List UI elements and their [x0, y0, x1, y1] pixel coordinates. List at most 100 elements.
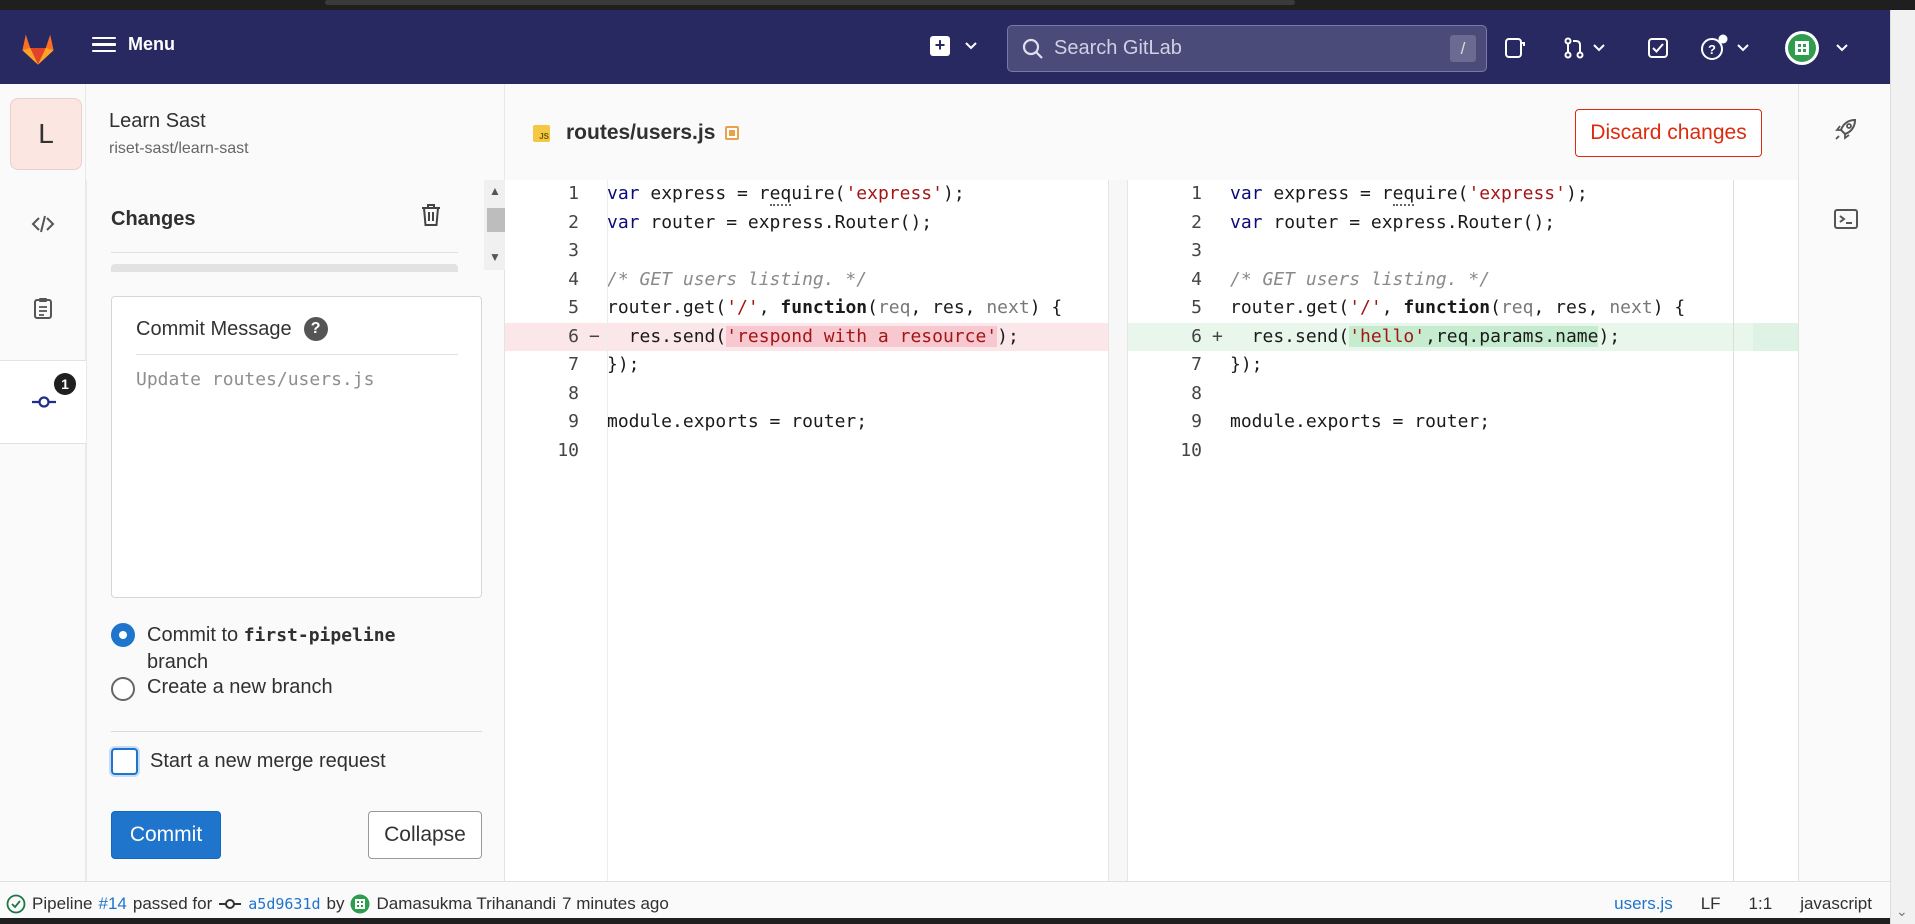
commit-to-branch-radio[interactable]	[111, 623, 135, 647]
file-tab-header: JS routes/users.js Discard changes	[505, 84, 1798, 180]
discard-changes-button[interactable]: Discard changes	[1575, 109, 1762, 157]
top-navbar: Menu + / ?	[0, 10, 1890, 84]
commit-message-box: Commit Message ?	[111, 296, 482, 598]
svg-text:?: ?	[1708, 42, 1716, 57]
gitlab-logo[interactable]	[18, 28, 58, 68]
code-line: 8	[568, 382, 579, 404]
menu-button[interactable]: Menu	[92, 34, 175, 55]
pipeline-link[interactable]: #14	[99, 894, 127, 914]
user-avatar	[1785, 31, 1819, 65]
start-merge-request-checkbox[interactable]	[111, 748, 138, 775]
code-line: 5 router.get('/', function(req, res, next…	[568, 297, 1063, 318]
rocket-icon[interactable]	[1833, 116, 1859, 142]
commit-button[interactable]: Commit	[111, 811, 221, 859]
code-line: 2 var router = express.Router();	[1191, 211, 1556, 233]
create-new-branch-option[interactable]: Create a new branch	[111, 676, 333, 701]
minimap-divider	[1733, 180, 1734, 881]
search-icon	[1022, 38, 1043, 59]
pipeline-label: Pipeline	[32, 894, 93, 913]
file-language: javascript	[1800, 894, 1872, 913]
chevron-down-icon	[1737, 44, 1749, 52]
help-dropdown[interactable]: ?	[1700, 34, 1750, 62]
user-menu-dropdown[interactable]	[1785, 30, 1849, 66]
commit-time: 7 minutes ago	[562, 894, 669, 913]
code-line: 3	[568, 240, 579, 261]
help-icon[interactable]: ?	[303, 317, 328, 341]
project-header: Learn Sast riset-sast/learn-sast	[86, 84, 505, 180]
code-line: 5 router.get('/', function(req, res, next…	[1191, 297, 1686, 318]
collapse-button[interactable]: Collapse	[368, 811, 482, 859]
code-line: 3	[1191, 240, 1202, 261]
search-box[interactable]: /	[1007, 25, 1487, 72]
page-scrollbar[interactable]: ⌄	[1890, 10, 1915, 924]
commit-panel: Changes ▲ ▼ Commit Message ? Commit to f…	[86, 180, 509, 881]
by-text: by	[326, 894, 345, 913]
chevron-down-icon	[965, 42, 977, 50]
code-line: 1 var express = require('express');	[1191, 183, 1588, 206]
gutter-divider	[607, 180, 608, 881]
review-mode-tab[interactable]	[0, 266, 86, 350]
edit-mode-tab[interactable]	[0, 182, 86, 266]
commit-message-input[interactable]	[136, 369, 456, 579]
code-line: 10	[557, 439, 579, 461]
create-new-branch-radio[interactable]	[111, 677, 135, 701]
commit-icon	[31, 396, 56, 408]
code-icon	[31, 215, 55, 233]
commit-icon	[219, 899, 242, 909]
project-avatar[interactable]: L	[10, 98, 82, 170]
ide-activity-bar: L 1	[0, 84, 87, 881]
file-name[interactable]: routes/users.js	[566, 121, 715, 145]
pipeline-passed-icon	[6, 894, 26, 914]
merge-request-icon	[1564, 37, 1584, 59]
added-code-line: 6 + res.send('hello',req.params.name);	[1128, 322, 1798, 351]
code-line: 9 module.exports = router;	[568, 411, 868, 432]
code-line: 4/* GET users listing. */	[568, 268, 868, 290]
help-icon: ?	[1701, 34, 1728, 60]
start-merge-request-label: Start a new merge request	[150, 750, 386, 772]
commit-mode-tab[interactable]: 1	[0, 360, 87, 444]
search-shortcut-hint: /	[1450, 35, 1476, 62]
diff-split-divider[interactable]	[1108, 180, 1128, 881]
code-line: 7});	[568, 354, 640, 375]
project-name[interactable]: Learn Sast	[109, 110, 206, 133]
commit-to-branch-option[interactable]: Commit to first-pipeline branch	[111, 622, 395, 675]
browser-bottom-strip	[0, 918, 1890, 924]
chevron-down-icon	[1593, 44, 1605, 52]
search-input[interactable]	[1054, 37, 1434, 60]
author-avatar	[350, 894, 370, 914]
changes-scrollbar[interactable]: ▲ ▼	[484, 180, 509, 270]
commit-message-label: Commit Message	[136, 317, 292, 340]
create-new-dropdown[interactable]: +	[930, 36, 978, 56]
scroll-up-arrow[interactable]: ▲	[489, 184, 501, 198]
diff-original-pane[interactable]: 1 var express = require('express'); 2 var …	[505, 180, 1108, 881]
scroll-down-arrow[interactable]: ▼	[489, 250, 501, 264]
todos-button[interactable]	[1646, 34, 1670, 62]
code-line: 2 var router = express.Router();	[568, 211, 933, 233]
status-filename-link[interactable]: users.js	[1614, 894, 1673, 914]
menu-label: Menu	[128, 34, 175, 54]
commit-count-badge: 1	[54, 373, 76, 395]
pipeline-status-text: passed for	[132, 894, 213, 913]
commit-sha-link[interactable]: a5d9631d	[248, 895, 320, 913]
browser-top-strip	[0, 0, 1915, 10]
clipboard-icon	[34, 298, 52, 319]
js-file-icon: JS	[533, 125, 550, 142]
scroll-down-arrow[interactable]: ⌄	[1896, 903, 1908, 920]
chevron-down-icon	[1836, 44, 1848, 52]
terminal-icon[interactable]	[1833, 208, 1859, 230]
merge-request-option[interactable]: Start a new merge request	[111, 748, 386, 775]
diff-modified-pane[interactable]: 1 var express = require('express'); 2 var …	[1128, 180, 1798, 881]
cursor-position: 1:1	[1748, 894, 1773, 913]
code-line: 8	[1191, 382, 1202, 404]
file-modified-icon	[725, 126, 739, 140]
discard-all-trash-icon[interactable]	[419, 202, 443, 228]
hamburger-icon	[92, 36, 116, 53]
todo-checkbox-icon	[1648, 38, 1668, 58]
commit-to-branch-label: Commit to first-pipeline branch	[147, 624, 396, 673]
changes-title: Changes	[111, 208, 196, 230]
author-name: Damasukma Trihanandi	[376, 894, 557, 913]
merge-requests-dropdown[interactable]	[1562, 34, 1606, 62]
plus-square-icon: +	[930, 36, 950, 56]
issues-button[interactable]	[1503, 34, 1527, 62]
code-line: 7});	[1191, 354, 1263, 375]
